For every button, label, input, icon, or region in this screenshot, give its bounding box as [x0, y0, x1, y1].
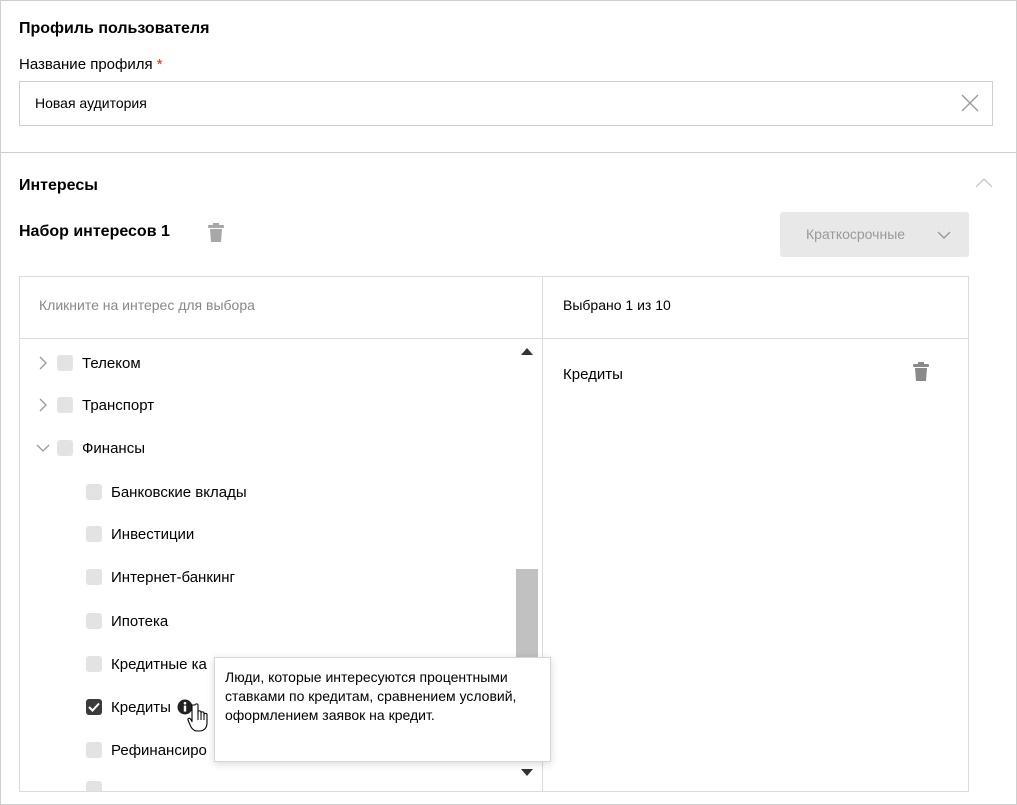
- checkbox[interactable]: [86, 656, 102, 672]
- scroll-up-arrow-icon[interactable]: [521, 348, 533, 355]
- tree-item-label: Инвестиции: [111, 525, 195, 543]
- selected-counter: Выбрано 1 из 10: [563, 297, 671, 313]
- tree-item-label: Рефинансиро: [111, 741, 207, 759]
- checkbox[interactable]: [86, 484, 102, 500]
- hand-cursor-icon: [187, 703, 208, 732]
- chevron-down-icon: [937, 231, 951, 239]
- checkbox[interactable]: [86, 781, 102, 791]
- interest-set-title: Набор интересов 1: [19, 223, 170, 240]
- chevron-right-icon[interactable]: [36, 398, 50, 412]
- checkbox[interactable]: [57, 397, 73, 413]
- tree-item-label: Телеком: [82, 354, 141, 372]
- tree-item-finance[interactable]: Финансы: [36, 436, 145, 460]
- panel-header-divider: [20, 338, 968, 339]
- close-icon[interactable]: [960, 93, 980, 113]
- trash-icon[interactable]: [913, 362, 929, 382]
- tree-item-refinancing[interactable]: Рефинансиро: [86, 738, 207, 762]
- tree-item-internet-banking[interactable]: Интернет-банкинг: [86, 565, 235, 589]
- profile-name-input[interactable]: Новая аудитория: [19, 81, 993, 126]
- required-mark: *: [156, 56, 163, 73]
- tree-item-label: Банковские вклады: [111, 483, 247, 501]
- check-icon: [88, 702, 100, 712]
- chevron-up-icon[interactable]: [975, 177, 993, 189]
- tree-item-label: Ипотека: [111, 612, 169, 630]
- tree-item-partial[interactable]: [86, 781, 111, 791]
- tree-item-label: Кредиты: [111, 698, 171, 716]
- checkbox-checked[interactable]: [86, 699, 102, 715]
- tree-item-label: Кредитные ка: [111, 655, 207, 673]
- scroll-down-arrow-icon[interactable]: [521, 769, 533, 776]
- tree-item-credit-cards[interactable]: Кредитные ка: [86, 652, 207, 676]
- trash-icon[interactable]: [207, 223, 225, 243]
- tree-item-credits[interactable]: Кредиты: [86, 695, 193, 719]
- interest-tooltip: Люди, которые интересуются процентными с…: [214, 657, 551, 762]
- checkbox[interactable]: [86, 526, 102, 542]
- profile-section-title: Профиль пользователя: [19, 20, 210, 37]
- checkbox[interactable]: [57, 440, 73, 456]
- checkbox[interactable]: [86, 569, 102, 585]
- tree-item-label: Интернет-банкинг: [111, 568, 236, 586]
- interests-hint: Кликните на интерес для выбора: [39, 297, 255, 313]
- tree-item-investments[interactable]: Инвестиции: [86, 522, 194, 546]
- profile-name-label-text: Название профиля: [19, 56, 153, 73]
- tree-item-transport[interactable]: Транспорт: [36, 393, 154, 417]
- profile-form: Профиль пользователя Название профиля * …: [0, 0, 1017, 805]
- chevron-right-icon[interactable]: [36, 356, 50, 370]
- interests-section-title: Интересы: [19, 177, 98, 194]
- tree-item-bank-deposits[interactable]: Банковские вклады: [86, 480, 247, 504]
- tree-item-mortgage[interactable]: Ипотека: [86, 609, 168, 633]
- tree-item-label: Финансы: [82, 439, 145, 457]
- checkbox[interactable]: [86, 742, 102, 758]
- term-dropdown-label: Краткосрочные: [806, 226, 906, 242]
- selected-interest: Кредиты: [563, 366, 623, 383]
- chevron-down-icon[interactable]: [36, 441, 50, 455]
- tree-item-telecom[interactable]: Телеком: [36, 351, 141, 375]
- tree-item-label: Транспорт: [82, 396, 155, 414]
- checkbox[interactable]: [57, 355, 73, 371]
- checkbox[interactable]: [86, 613, 102, 629]
- term-dropdown[interactable]: Краткосрочные: [780, 212, 969, 257]
- profile-name-value: Новая аудитория: [35, 95, 147, 111]
- profile-name-label: Название профиля *: [19, 56, 163, 73]
- section-divider: [1, 152, 1016, 153]
